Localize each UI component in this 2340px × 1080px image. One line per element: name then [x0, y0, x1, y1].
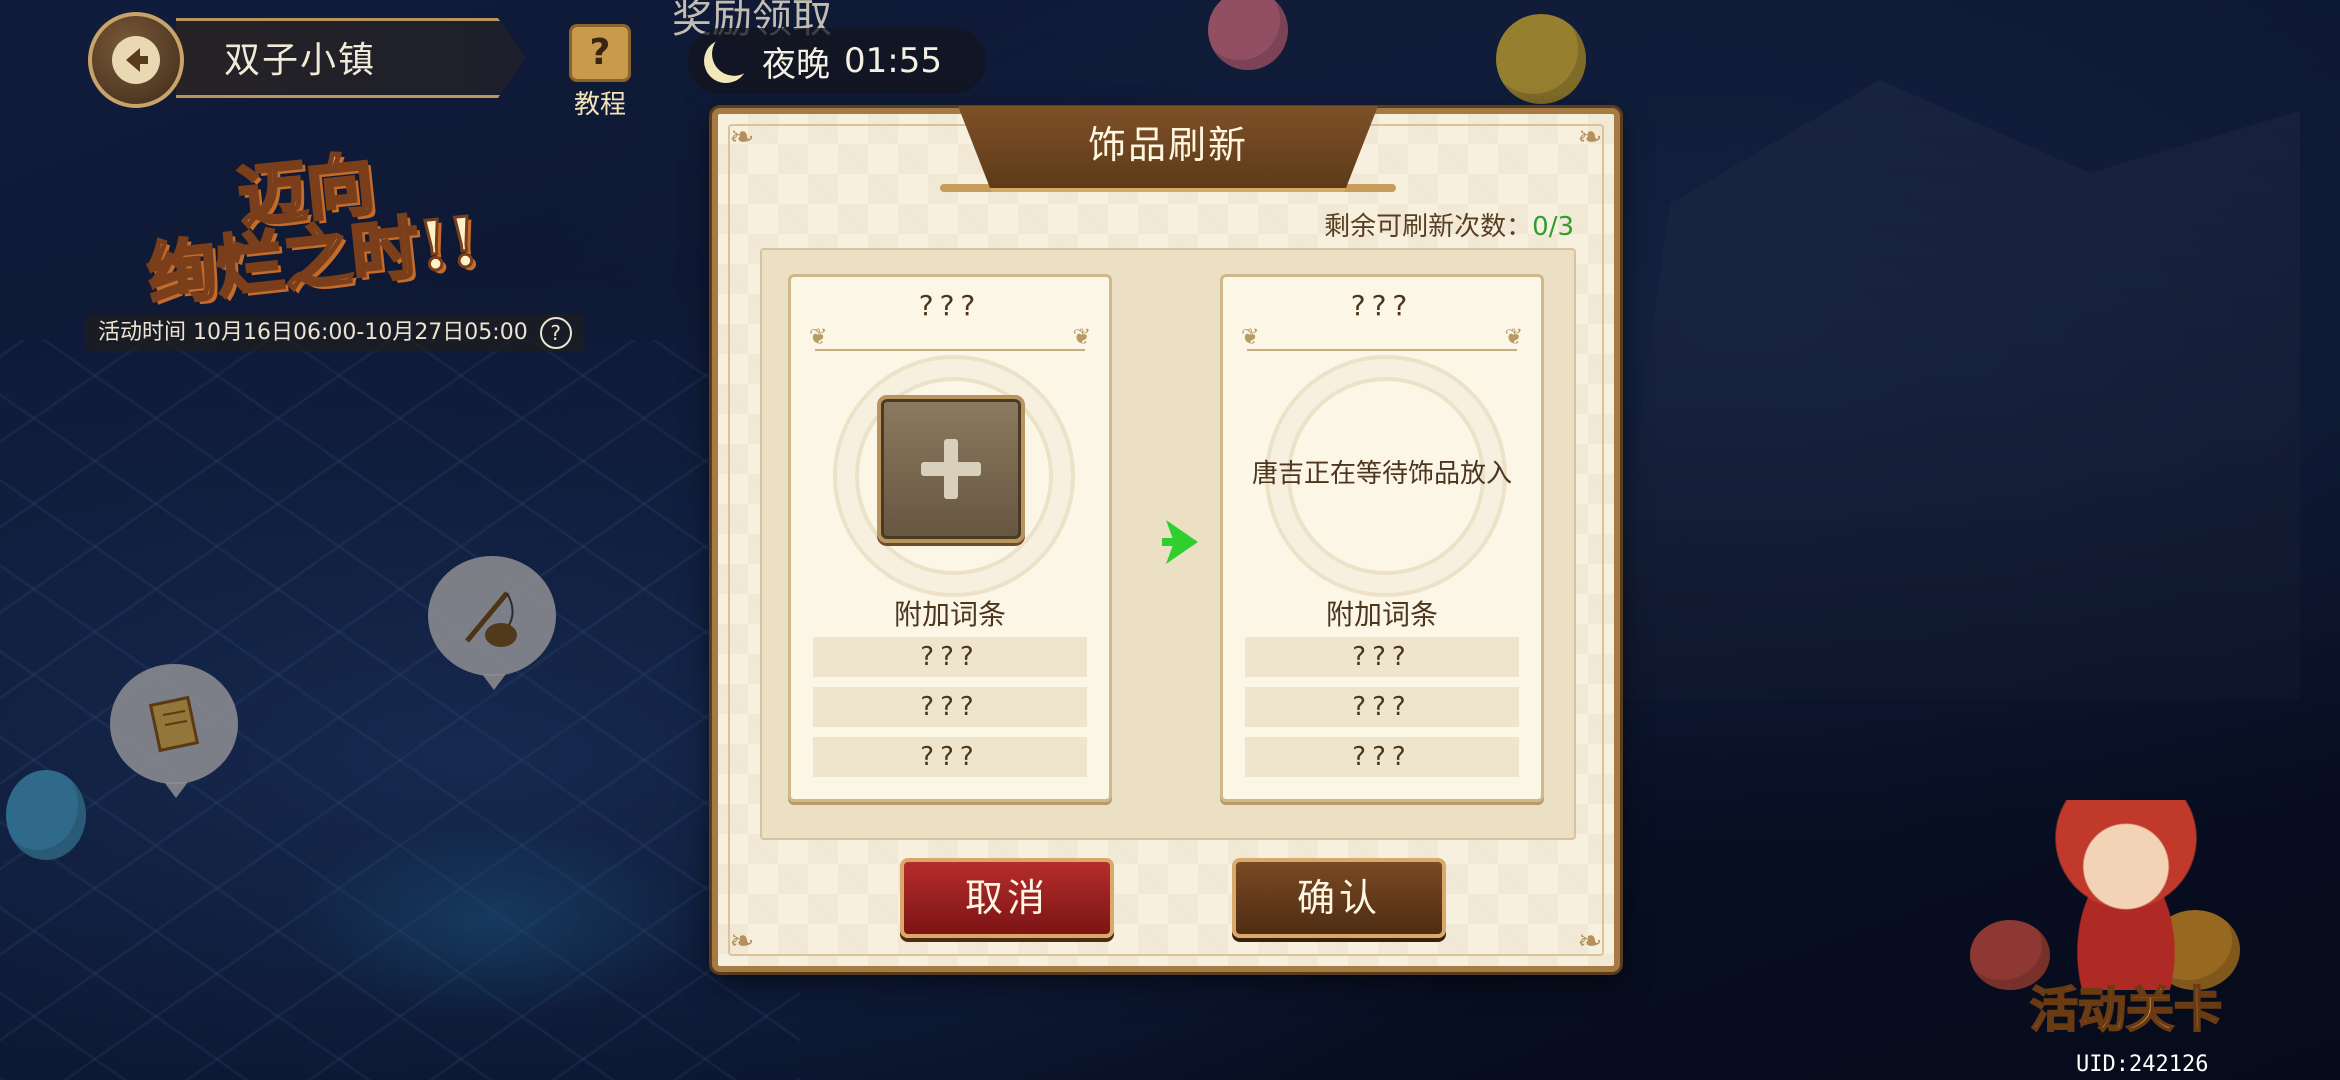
dialog-title: 饰品刷新: [958, 106, 1378, 192]
accessory-name: ???: [918, 289, 982, 322]
remaining-refreshes: 剩余可刷新次数：0/3: [1324, 206, 1574, 243]
affix-row: ???: [813, 687, 1087, 727]
cards-area: ??? 附加词条 ??? ??? ??? ??? 唐吉正在等待饰品放入: [760, 248, 1576, 840]
confirm-button[interactable]: 确认: [1232, 858, 1446, 938]
moon-icon: [698, 33, 754, 89]
remaining-count: 0/3: [1532, 212, 1574, 242]
event-stage-label: 活动关卡: [2029, 981, 2223, 1039]
add-accessory-button[interactable]: [877, 395, 1025, 543]
tutorial-icon: ?: [569, 24, 631, 82]
clock-time: 01:55: [844, 41, 942, 81]
affix-row: ???: [813, 737, 1087, 777]
tutorial-button[interactable]: ? 教程: [560, 24, 640, 120]
event-time-label: 活动时间 10月16日06:00-10月27日05:00: [98, 320, 528, 345]
user-id: UID:242126: [2076, 1052, 2209, 1077]
help-icon[interactable]: ?: [539, 317, 572, 349]
affix-row: ???: [1245, 737, 1519, 777]
cancel-button[interactable]: 取消: [900, 858, 1114, 938]
day-night-clock: 夜晚 01:55: [688, 28, 986, 94]
event-stage-button[interactable]: 活动关卡: [1976, 800, 2276, 1050]
back-button[interactable]: [88, 12, 184, 108]
accessory-refresh-dialog: ❧ ❧ ❧ ❧ 饰品刷新 剩余可刷新次数：0/3 ??? 附加词条 ??? ??…: [712, 106, 1620, 972]
affix-title: 附加词条: [1325, 598, 1438, 631]
event-stage-character: [2041, 800, 2211, 990]
corner-ornament: ❧: [729, 120, 755, 155]
right-arrow-icon: [1162, 520, 1198, 564]
card-divider: [809, 325, 1091, 351]
event-banner-title: 迈向 绚烂之时!!: [143, 143, 484, 318]
affix-row: ???: [813, 637, 1087, 677]
affix-row: ???: [1245, 687, 1519, 727]
affix-title: 附加词条: [893, 598, 1006, 631]
time-of-day: 夜晚: [762, 44, 830, 85]
remaining-label: 剩余可刷新次数：: [1324, 212, 1533, 242]
corner-ornament: ❧: [729, 924, 755, 959]
corner-ornament: ❧: [1577, 120, 1603, 155]
current-accessory-card: ??? 附加词条 ??? ??? ???: [788, 274, 1112, 802]
card-divider: [1241, 325, 1523, 351]
waiting-text: 唐吉正在等待饰品放入: [1251, 459, 1512, 489]
location-title: 双子小镇: [176, 18, 526, 98]
corner-ornament: ❧: [1577, 924, 1603, 959]
event-banner[interactable]: 迈向 绚烂之时!!: [100, 140, 520, 318]
refreshed-accessory-card: ??? 唐吉正在等待饰品放入 附加词条 ??? ??? ???: [1220, 274, 1544, 802]
event-time-bar: 活动时间 10月16日06:00-10月27日05:00 ?: [86, 314, 584, 352]
accessory-name: ???: [1350, 289, 1414, 322]
back-arrow-icon: [112, 36, 160, 84]
affix-row: ???: [1245, 637, 1519, 677]
plus-icon: [921, 439, 981, 499]
tutorial-label: 教程: [573, 90, 626, 120]
